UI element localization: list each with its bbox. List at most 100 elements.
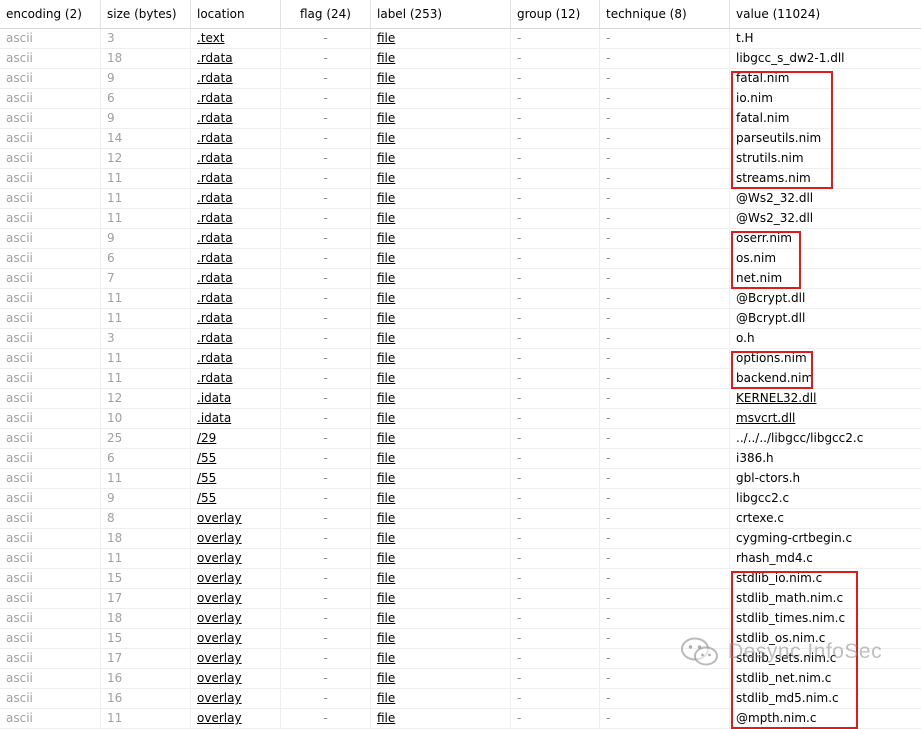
table-row[interactable]: ascii 11 .rdata - file - - @Ws2_32.dll xyxy=(0,189,921,209)
location-link[interactable]: /55 xyxy=(197,491,216,505)
table-row[interactable]: ascii 6/55 - file - - i386.h xyxy=(0,449,921,469)
table-row[interactable]: ascii 7 .rdata - file - - net.nim xyxy=(0,269,921,289)
column-header-size[interactable]: size (bytes) xyxy=(101,0,191,28)
label-link[interactable]: file xyxy=(377,151,395,165)
label-link[interactable]: file xyxy=(377,471,395,485)
location-link[interactable]: overlay xyxy=(197,571,242,585)
location-link[interactable]: .rdata xyxy=(197,191,233,205)
label-link[interactable]: file xyxy=(377,91,395,105)
location-link[interactable]: .idata xyxy=(197,391,231,405)
label-link[interactable]: file xyxy=(377,331,395,345)
location-link[interactable]: overlay xyxy=(197,551,242,565)
table-row[interactable]: ascii 11 overlay - file - - rhash_md4.c xyxy=(0,549,921,569)
label-link[interactable]: file xyxy=(377,671,395,685)
location-link[interactable]: overlay xyxy=(197,511,242,525)
table-row[interactable]: ascii 11 overlay - file - - @mpth.nim.c xyxy=(0,709,921,729)
table-row[interactable]: ascii 9 .rdata - file - - fatal.nim xyxy=(0,69,921,89)
label-link[interactable]: file xyxy=(377,311,395,325)
table-row[interactable]: ascii 3 .text - file - - t.H xyxy=(0,29,921,49)
location-link[interactable]: overlay xyxy=(197,531,242,545)
label-link[interactable]: file xyxy=(377,451,395,465)
table-row[interactable]: ascii 16 overlay - file - - stdlib_net.nim.c xyxy=(0,669,921,689)
location-link[interactable]: .rdata xyxy=(197,371,233,385)
table-row[interactable]: ascii 3 .rdata - file - - o.h xyxy=(0,329,921,349)
label-link[interactable]: file xyxy=(377,251,395,265)
table-row[interactable]: ascii 6 .rdata - file - - io.nim xyxy=(0,89,921,109)
table-row[interactable]: ascii 9 .rdata - file - - fatal.nim xyxy=(0,109,921,129)
location-link[interactable]: .rdata xyxy=(197,271,233,285)
table-row[interactable]: ascii 9 .rdata - file - - oserr.nim xyxy=(0,229,921,249)
location-link[interactable]: .rdata xyxy=(197,171,233,185)
location-link[interactable]: .idata xyxy=(197,411,231,425)
location-link[interactable]: .rdata xyxy=(197,151,233,165)
table-row[interactable]: ascii 11 .rdata - file - - streams.nim xyxy=(0,169,921,189)
table-row[interactable]: ascii 18 overlay - file - - stdlib_times.nim.c xyxy=(0,609,921,629)
table-row[interactable]: ascii 12 .rdata - file - - strutils.nim xyxy=(0,149,921,169)
table-row[interactable]: ascii 11 .rdata - file - - backend.nim xyxy=(0,369,921,389)
label-link[interactable]: file xyxy=(377,571,395,585)
label-link[interactable]: file xyxy=(377,211,395,225)
label-link[interactable]: file xyxy=(377,131,395,145)
label-link[interactable]: file xyxy=(377,711,395,725)
location-link[interactable]: .rdata xyxy=(197,291,233,305)
column-header-encoding[interactable]: encoding (2) xyxy=(0,0,101,28)
column-header-group[interactable]: group (12) xyxy=(511,0,600,28)
table-row[interactable]: ascii 17 overlay - file - - stdlib_sets.nim.c xyxy=(0,649,921,669)
column-header-flag[interactable]: flag (24) xyxy=(281,0,371,28)
location-link[interactable]: .rdata xyxy=(197,251,233,265)
location-link[interactable]: .text xyxy=(197,31,225,45)
table-row[interactable]: ascii 10 .idata - file - - msvcrt.dll xyxy=(0,409,921,429)
location-link[interactable]: overlay xyxy=(197,691,242,705)
label-link[interactable]: file xyxy=(377,231,395,245)
label-link[interactable]: file xyxy=(377,491,395,505)
location-link[interactable]: .rdata xyxy=(197,91,233,105)
table-row[interactable]: ascii 12 .idata - file - - KERNEL32.dll xyxy=(0,389,921,409)
label-link[interactable]: file xyxy=(377,191,395,205)
label-link[interactable]: file xyxy=(377,691,395,705)
table-row[interactable]: ascii 6 .rdata - file - - os.nim xyxy=(0,249,921,269)
label-link[interactable]: file xyxy=(377,551,395,565)
label-link[interactable]: file xyxy=(377,71,395,85)
column-header-value[interactable]: value (11024) xyxy=(730,0,921,28)
location-link[interactable]: /55 xyxy=(197,451,216,465)
table-row[interactable]: ascii 14 .rdata - file - - parseutils.nim xyxy=(0,129,921,149)
value-cell[interactable]: KERNEL32.dll xyxy=(736,391,816,405)
table-row[interactable]: ascii 15 overlay - file - - stdlib_os.nim.c xyxy=(0,629,921,649)
table-row[interactable]: ascii 25/29 - file - - ../../../libgcc/libgcc2… xyxy=(0,429,921,449)
label-link[interactable]: file xyxy=(377,511,395,525)
column-header-label[interactable]: label (253) xyxy=(371,0,511,28)
location-link[interactable]: /55 xyxy=(197,471,216,485)
location-link[interactable]: /29 xyxy=(197,431,216,445)
location-link[interactable]: overlay xyxy=(197,671,242,685)
table-row[interactable]: ascii 11 .rdata - file - - @Bcrypt.dll xyxy=(0,309,921,329)
location-link[interactable]: .rdata xyxy=(197,311,233,325)
table-row[interactable]: ascii 17 overlay - file - - stdlib_math.nim.c xyxy=(0,589,921,609)
label-link[interactable]: file xyxy=(377,411,395,425)
table-row[interactable]: ascii 11/55 - file - - gbl-ctors.h xyxy=(0,469,921,489)
label-link[interactable]: file xyxy=(377,651,395,665)
label-link[interactable]: file xyxy=(377,391,395,405)
table-row[interactable]: ascii 9/55 - file - - libgcc2.c xyxy=(0,489,921,509)
location-link[interactable]: .rdata xyxy=(197,351,233,365)
location-link[interactable]: overlay xyxy=(197,611,242,625)
location-link[interactable]: overlay xyxy=(197,591,242,605)
location-link[interactable]: .rdata xyxy=(197,71,233,85)
label-link[interactable]: file xyxy=(377,351,395,365)
location-link[interactable]: overlay xyxy=(197,651,242,665)
table-row[interactable]: ascii 11 .rdata - file - - @Bcrypt.dll xyxy=(0,289,921,309)
table-row[interactable]: ascii 16 overlay - file - - stdlib_md5.nim.c xyxy=(0,689,921,709)
label-link[interactable]: file xyxy=(377,111,395,125)
label-link[interactable]: file xyxy=(377,271,395,285)
location-link[interactable]: overlay xyxy=(197,631,242,645)
location-link[interactable]: .rdata xyxy=(197,331,233,345)
label-link[interactable]: file xyxy=(377,31,395,45)
label-link[interactable]: file xyxy=(377,611,395,625)
label-link[interactable]: file xyxy=(377,431,395,445)
table-row[interactable]: ascii 15 overlay - file - - stdlib_io.nim.c xyxy=(0,569,921,589)
table-row[interactable]: ascii 11 .rdata - file - - options.nim xyxy=(0,349,921,369)
location-link[interactable]: .rdata xyxy=(197,231,233,245)
label-link[interactable]: file xyxy=(377,291,395,305)
location-link[interactable]: .rdata xyxy=(197,131,233,145)
location-link[interactable]: overlay xyxy=(197,711,242,725)
table-row[interactable]: ascii 8 overlay - file - - crtexe.c xyxy=(0,509,921,529)
